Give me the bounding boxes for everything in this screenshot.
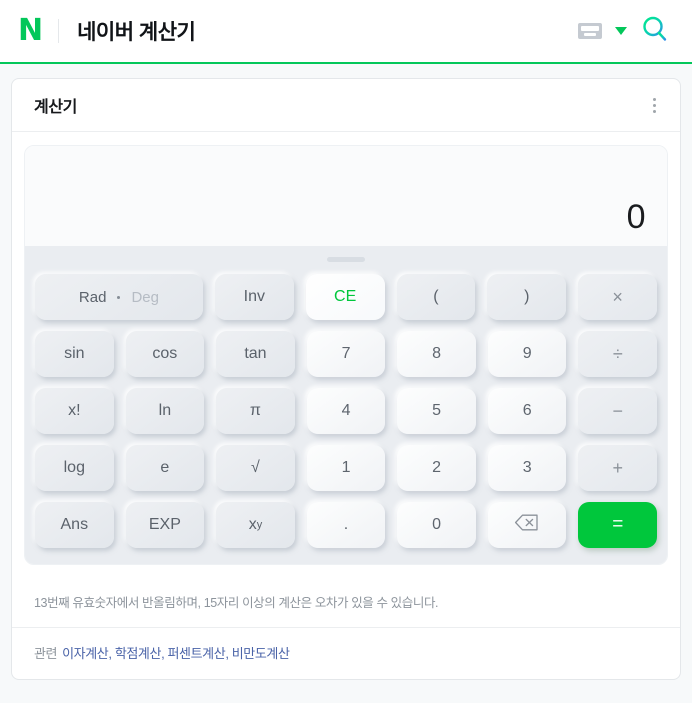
related-link-interest[interactable]: 이자계산 xyxy=(62,646,109,661)
pi-button[interactable]: π xyxy=(216,388,295,434)
rad-deg-toggle[interactable]: Rad Deg xyxy=(35,274,203,320)
keyboard-icon[interactable] xyxy=(578,23,602,39)
deg-label: Deg xyxy=(131,288,159,306)
calculator-card: 계산기 0 Rad Deg Inv CE () × sin cos tan 7… xyxy=(11,78,681,680)
search-icon[interactable] xyxy=(640,14,670,49)
calculator-keypad: Rad Deg Inv CE ( ) × sin cos tan 7 8 9 ÷… xyxy=(25,246,667,564)
calculator: 0 Rad Deg Inv CE () × sin cos tan 7 8 9… xyxy=(24,145,668,565)
keypad-row: x! ln π 4 5 6 − xyxy=(35,388,658,434)
toggle-dot-icon xyxy=(117,295,121,299)
decimal-point-button[interactable]: . xyxy=(306,502,386,548)
digit-6-button[interactable]: 6 xyxy=(487,388,567,434)
digit-1-button[interactable]: 1 xyxy=(306,445,386,491)
keypad-row: log e √ 1 2 3 + xyxy=(35,445,658,491)
digit-9-button[interactable]: 9 xyxy=(487,331,567,377)
digit-0-button[interactable]: 0 xyxy=(397,502,476,548)
keypad-row: sin cos tan 7 8 9 ÷ xyxy=(35,331,658,377)
multiply-button[interactable]: × xyxy=(578,274,658,320)
close-paren-button[interactable]: ) xyxy=(487,274,567,320)
plus-button[interactable]: + xyxy=(578,445,658,491)
page-header: N 네이버 계산기 xyxy=(0,0,692,64)
sin-button[interactable]: sin xyxy=(35,331,114,377)
factorial-button[interactable]: x! xyxy=(35,388,114,434)
backspace-icon xyxy=(514,513,540,537)
card-title: 계산기 xyxy=(34,99,77,116)
tan-button[interactable]: tan xyxy=(216,331,295,377)
card-header: 계산기 xyxy=(12,79,680,132)
clear-entry-button[interactable]: CE xyxy=(305,274,385,320)
e-button[interactable]: e xyxy=(125,445,205,491)
digit-2-button[interactable]: 2 xyxy=(397,445,476,491)
ln-button[interactable]: ln xyxy=(125,388,205,434)
digit-5-button[interactable]: 5 xyxy=(397,388,476,434)
calculator-wrapper: 0 Rad Deg Inv CE () × sin cos tan 7 8 9… xyxy=(12,132,680,565)
kebab-menu-icon[interactable] xyxy=(649,92,660,119)
naver-logo[interactable]: N xyxy=(18,16,43,46)
digit-8-button[interactable]: 8 xyxy=(397,331,476,377)
related-links: 관련 이자계산, 학점계산, 퍼센트계산, 비만도계산 xyxy=(12,628,680,679)
calculator-display[interactable]: 0 xyxy=(25,146,667,246)
related-label: 관련 xyxy=(34,646,58,661)
kebab-dot xyxy=(653,103,656,107)
digit-3-button[interactable]: 3 xyxy=(487,445,567,491)
display-value: 0 xyxy=(626,198,646,236)
backspace-button[interactable] xyxy=(487,502,567,548)
digit-4-button[interactable]: 4 xyxy=(306,388,386,434)
related-link-grade[interactable]: 학점계산 xyxy=(115,646,162,661)
power-base: x xyxy=(248,516,257,533)
divide-button[interactable]: ÷ xyxy=(578,331,658,377)
rad-label: Rad xyxy=(78,288,107,306)
answer-button[interactable]: Ans xyxy=(35,502,114,548)
keypad-row: Rad Deg Inv CE ( ) × xyxy=(35,274,658,320)
drag-handle[interactable] xyxy=(327,257,365,262)
open-paren-button[interactable]: ( xyxy=(396,274,476,320)
logo-divider xyxy=(58,19,60,43)
inv-button[interactable]: Inv xyxy=(214,274,294,320)
header-actions xyxy=(578,14,670,49)
sqrt-button[interactable]: √ xyxy=(216,445,295,491)
minus-button[interactable]: − xyxy=(578,388,658,434)
page-body: 계산기 0 Rad Deg Inv CE () × sin cos tan 7… xyxy=(0,64,692,694)
cos-button[interactable]: cos xyxy=(125,331,205,377)
related-link-percent[interactable]: 퍼센트계산 xyxy=(168,646,226,661)
digit-7-button[interactable]: 7 xyxy=(306,331,386,377)
precision-note: 13번째 유효숫자에서 반올림하며, 15자리 이상의 계산은 오차가 있을 수… xyxy=(12,574,680,628)
related-link-bmi[interactable]: 비만도계산 xyxy=(232,646,290,661)
log-button[interactable]: log xyxy=(35,445,114,491)
kebab-dot xyxy=(653,109,656,113)
exp-button[interactable]: EXP xyxy=(125,502,205,548)
equals-button[interactable]: = xyxy=(578,502,658,548)
page-title: 네이버 계산기 xyxy=(77,21,196,44)
power-button[interactable]: xy xyxy=(216,502,295,548)
kebab-dot xyxy=(653,97,656,101)
keypad-row: Ans EXP xy . 0 = xyxy=(35,502,658,548)
chevron-down-icon[interactable] xyxy=(615,27,627,35)
